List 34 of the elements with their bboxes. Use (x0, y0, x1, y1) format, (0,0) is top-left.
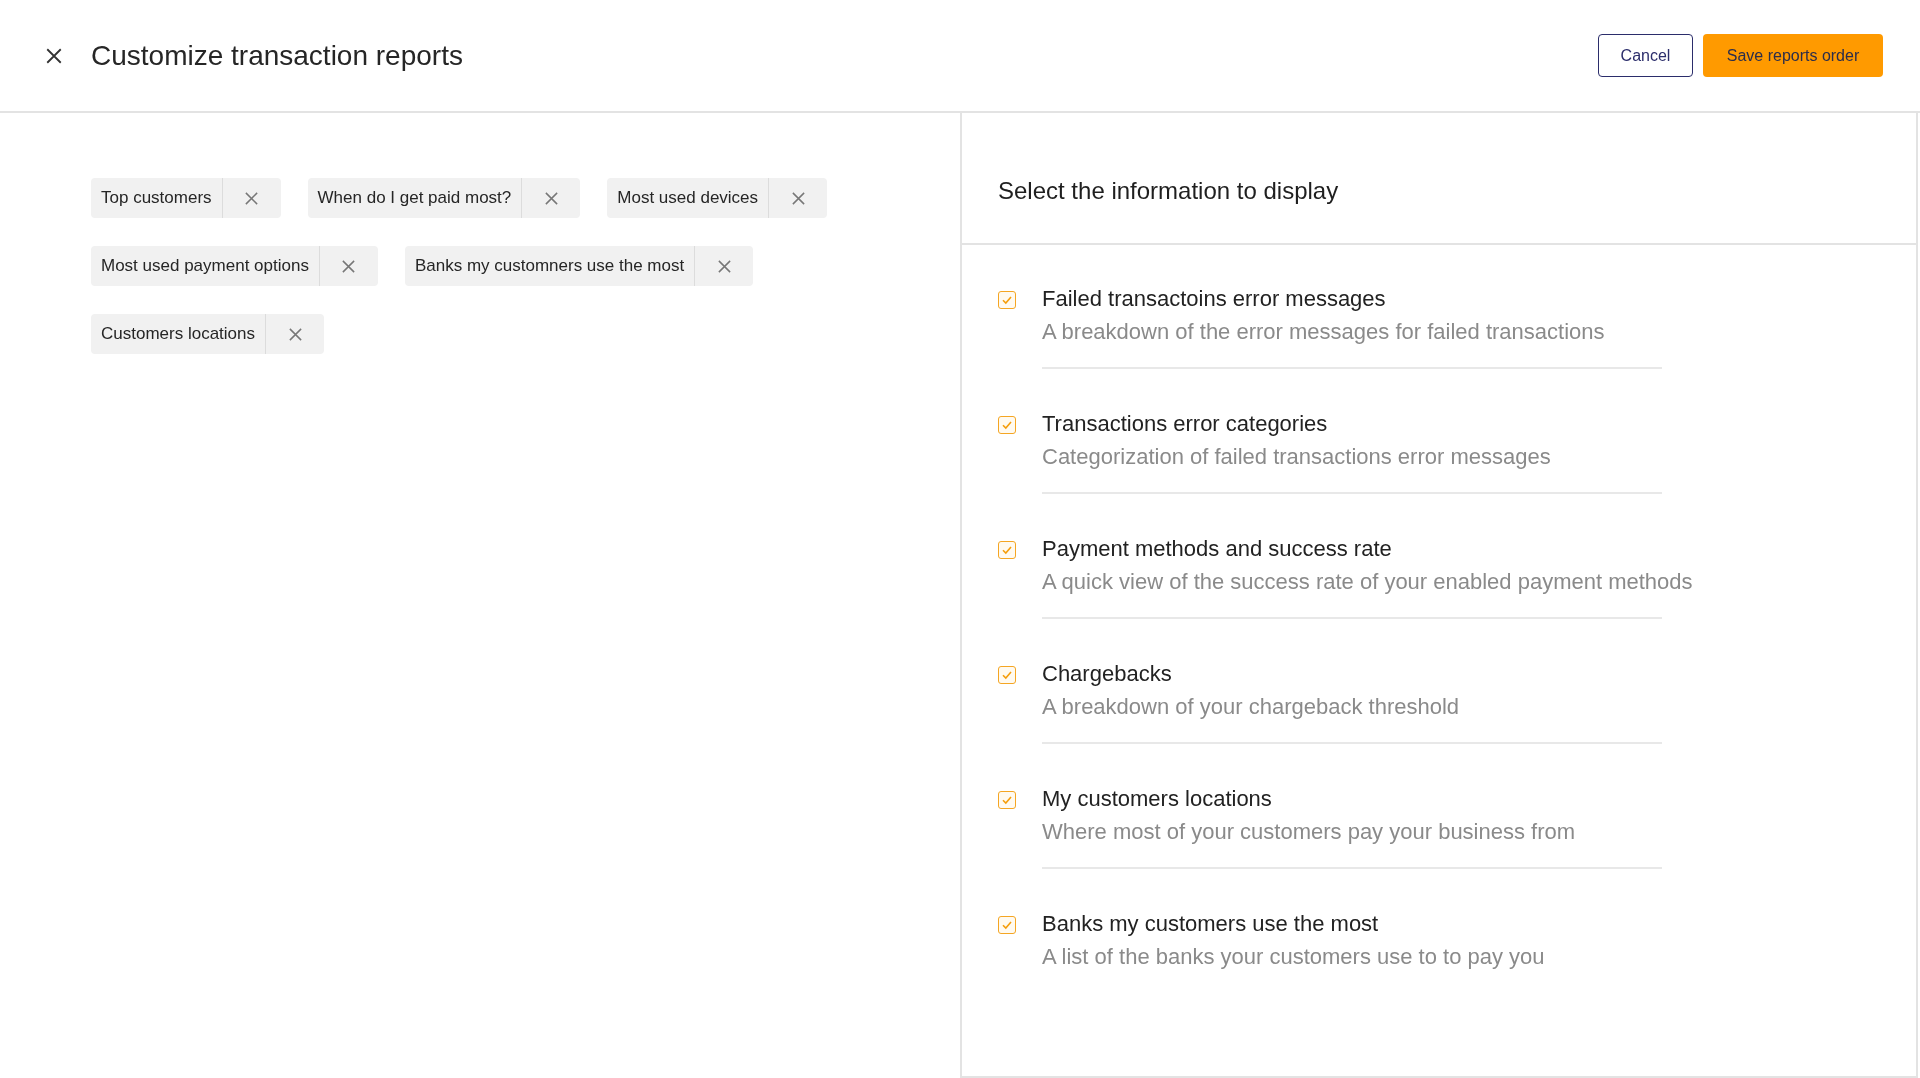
checkbox[interactable] (998, 541, 1016, 559)
check-icon (1001, 794, 1013, 806)
chip-label: When do I get paid most? (307, 178, 523, 218)
checkbox[interactable] (998, 666, 1016, 684)
check-icon (1001, 419, 1013, 431)
option-title: My customers locations (1042, 785, 1272, 813)
option-description: A list of the banks your customers use to to pay you (1042, 943, 1545, 971)
check-icon (1001, 919, 1013, 931)
option-description: A breakdown of the error messages for failed transactions (1042, 318, 1605, 346)
chip-label: Customers locations (91, 314, 266, 354)
option-description: Where most of your customers pay your business from (1042, 818, 1576, 846)
option-title: Chargebacks (1042, 660, 1172, 688)
chip-label: Most used payment options (91, 246, 320, 286)
option-title: Transactions error categories (1042, 410, 1328, 438)
page-title: Customize transaction reports (91, 39, 464, 72)
option-title: Banks my customers use the most (1042, 910, 1379, 938)
checkbox[interactable] (998, 791, 1016, 809)
checkbox[interactable] (998, 416, 1016, 434)
checkbox[interactable] (998, 916, 1016, 934)
chip-label: Banks my customners use the most (404, 246, 696, 286)
check-icon (1001, 544, 1013, 556)
chip-label: Top customers (91, 178, 223, 218)
check-icon (1001, 669, 1013, 681)
option-title: Failed transactoins error messages (1042, 285, 1386, 313)
chip-label: Most used devices (607, 178, 770, 218)
option-description: A quick view of the success rate of your enabled payment methods (1042, 568, 1693, 596)
panel-heading: Select the information to display (998, 177, 1339, 205)
check-icon (1001, 294, 1013, 306)
checkbox[interactable] (998, 291, 1016, 309)
option-description: Categorization of failed transactions error messages (1042, 443, 1551, 471)
option-description: A breakdown of your chargeback threshold (1042, 693, 1460, 721)
cancel-button[interactable]: Cancel (1598, 34, 1693, 77)
option-title: Payment methods and success rate (1042, 535, 1392, 563)
save-button[interactable]: Save reports order (1703, 34, 1883, 77)
